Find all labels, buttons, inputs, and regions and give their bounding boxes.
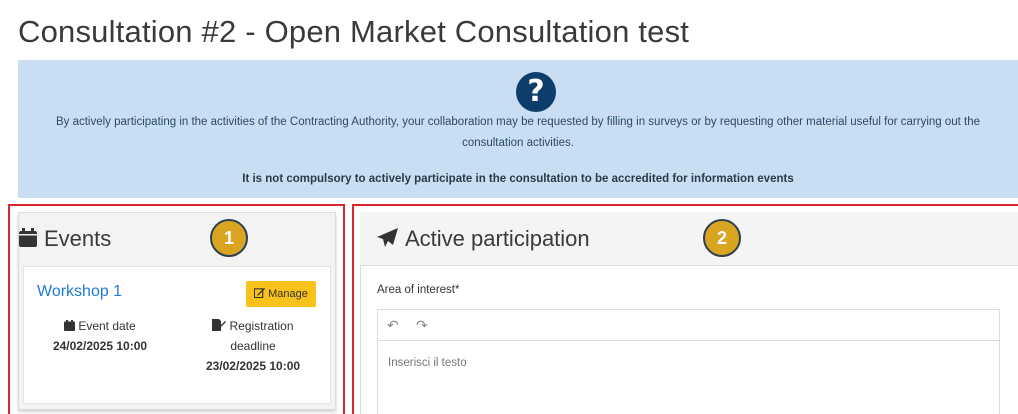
info-bold-text: It is not compulsory to actively partici… <box>242 173 794 185</box>
highlight-frame-2 <box>352 204 1018 414</box>
highlight-frame-1 <box>8 204 345 414</box>
info-box: ? By actively participating in the activ… <box>18 60 1018 198</box>
question-circle-icon: ? <box>516 72 556 112</box>
page-title: Consultation #2 - Open Market Consultati… <box>18 14 690 49</box>
info-text: By actively participating in the activit… <box>55 116 981 149</box>
